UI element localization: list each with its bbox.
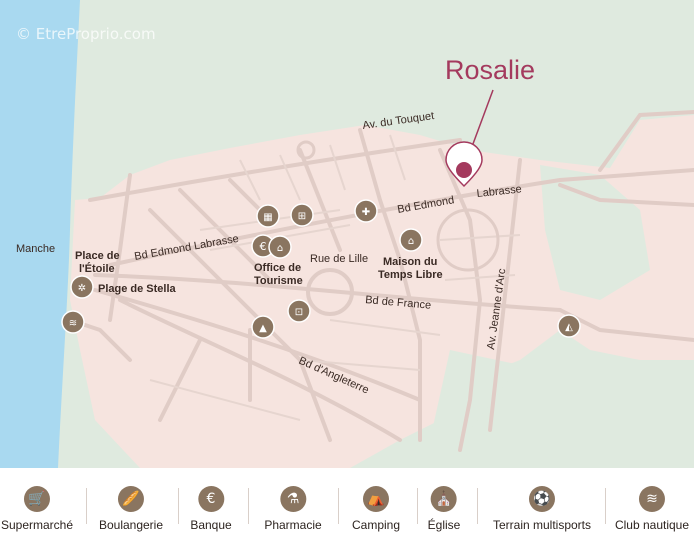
- svg-text:◭: ◭: [565, 322, 573, 333]
- cart-icon[interactable]: ⊞: [290, 203, 314, 227]
- svg-text:⊞: ⊞: [298, 211, 306, 222]
- mortar-icon[interactable]: ✚: [354, 199, 378, 223]
- label-place-etoile-1: Place de: [75, 250, 120, 262]
- legend-divider: [86, 488, 87, 524]
- svg-text:≋: ≋: [69, 318, 77, 329]
- label-sea: Manche: [16, 243, 55, 255]
- legend-divider: [477, 488, 478, 524]
- legend-item-camping[interactable]: ⛺ Camping: [352, 486, 400, 532]
- svg-text:▦: ▦: [263, 212, 272, 223]
- marker-label: Rosalie: [445, 55, 535, 85]
- legend-divider: [417, 488, 418, 524]
- beach-icon[interactable]: ✲: [70, 275, 94, 299]
- marker-dot: [456, 162, 472, 178]
- label-office-2: Tourisme: [254, 275, 303, 287]
- museum-icon[interactable]: ⌂: [268, 235, 292, 259]
- legend-divider: [338, 488, 339, 524]
- legend-divider: [248, 488, 249, 524]
- bread-icon[interactable]: ▦: [256, 204, 280, 228]
- label-place-etoile-2: l'Étoile: [79, 262, 115, 275]
- legend-label: Club nautique: [614, 518, 690, 532]
- map[interactable]: Av. du Touquet Bd Edmond Labrasse Bd Edm…: [0, 0, 694, 468]
- legend-item-club-nautique[interactable]: ≋ Club nautique: [615, 486, 689, 532]
- legend-label: Boulangerie: [98, 518, 164, 532]
- wave-icon: ≋: [639, 486, 665, 512]
- cart-icon: 🛒: [23, 486, 50, 512]
- field-icon: ⚽: [529, 486, 555, 512]
- bread-icon: 🥖: [118, 486, 144, 512]
- legend-label: Banque: [190, 518, 232, 532]
- svg-text:⌂: ⌂: [277, 243, 283, 254]
- legend-label: Terrain multisports: [492, 518, 592, 532]
- church-icon[interactable]: ▲: [251, 315, 275, 339]
- label-office-1: Office de: [254, 262, 301, 274]
- legend-label: Supermarché: [0, 518, 74, 532]
- legend-item-boulangerie[interactable]: 🥖 Boulangerie: [99, 486, 163, 532]
- legend-label: Église: [427, 518, 461, 532]
- svg-text:✲: ✲: [78, 283, 86, 294]
- field-icon[interactable]: ⊡: [287, 299, 311, 323]
- watermark: © EtreProprio.com: [16, 25, 156, 43]
- mortar-icon: ⚗: [279, 486, 306, 512]
- label-maison-2: Temps Libre: [378, 269, 443, 281]
- legend-label: Camping: [351, 518, 401, 532]
- euro-icon: €: [198, 486, 224, 512]
- wave-icon[interactable]: ≋: [61, 310, 85, 334]
- label-maison-1: Maison du: [383, 256, 437, 268]
- legend-item-banque[interactable]: € Banque: [190, 486, 232, 532]
- svg-text:✚: ✚: [362, 207, 370, 218]
- tent-icon: ⛺: [363, 486, 389, 512]
- legend-item-eglise[interactable]: ⛪ Église: [427, 486, 461, 532]
- svg-text:€: €: [260, 240, 267, 253]
- legend-divider: [605, 488, 606, 524]
- church-icon: ⛪: [431, 486, 457, 512]
- label-plage-stella: Plage de Stella: [98, 283, 177, 295]
- label-rue-lille: Rue de Lille: [310, 253, 368, 265]
- legend: 🛒 Supermarché 🥖 Boulangerie € Banque ⚗ P…: [0, 468, 694, 556]
- tent-icon[interactable]: ◭: [557, 314, 581, 338]
- building-icon[interactable]: ⌂: [399, 228, 423, 252]
- legend-divider: [178, 488, 179, 524]
- svg-text:⌂: ⌂: [408, 236, 414, 247]
- legend-item-supermarche[interactable]: 🛒 Supermarché: [1, 486, 73, 532]
- legend-item-terrain[interactable]: ⚽ Terrain multisports: [493, 486, 591, 532]
- legend-item-pharmacie[interactable]: ⚗ Pharmacie: [264, 486, 322, 532]
- svg-text:⊡: ⊡: [295, 307, 303, 318]
- svg-text:▲: ▲: [259, 323, 267, 334]
- legend-label: Pharmacie: [264, 518, 322, 532]
